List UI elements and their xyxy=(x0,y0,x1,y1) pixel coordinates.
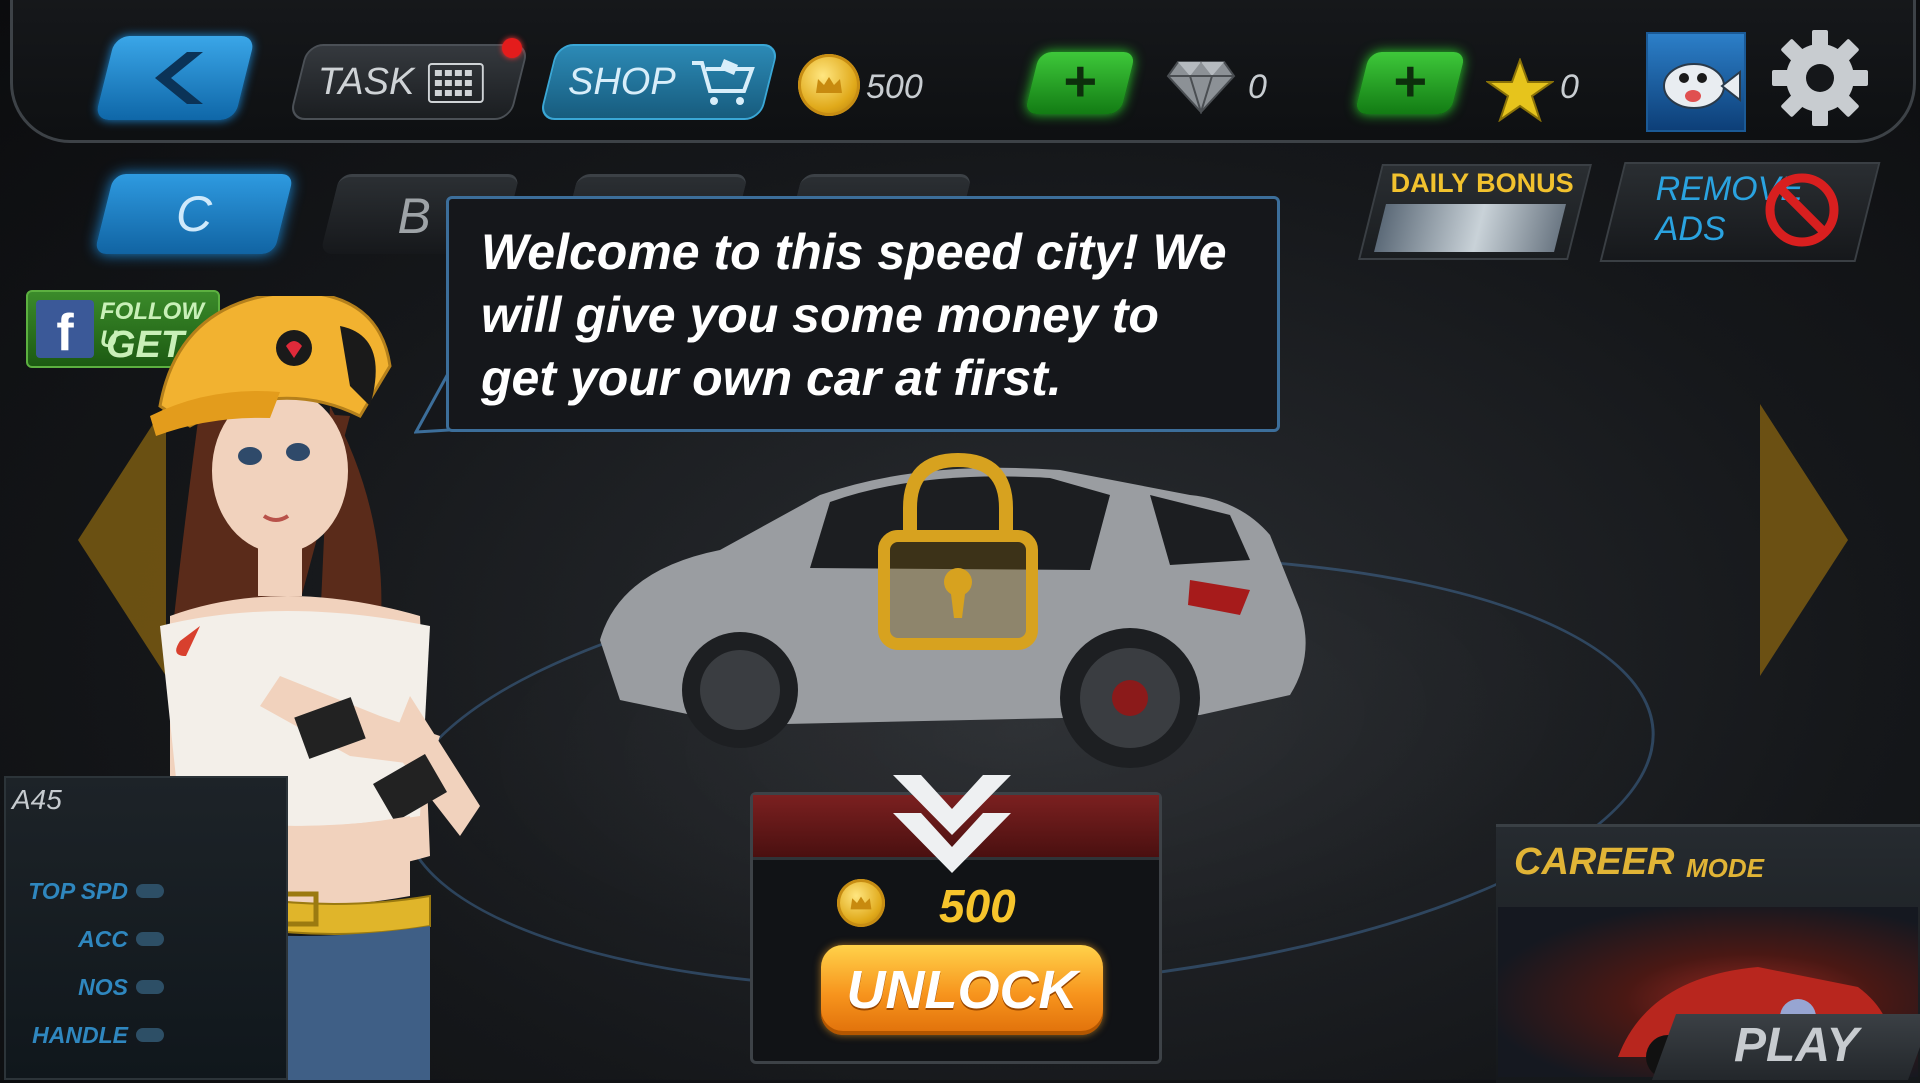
career-title: CAREER xyxy=(1514,841,1675,883)
unlock-button[interactable]: UNLOCK xyxy=(821,945,1103,1035)
star-balance: 0 xyxy=(1560,68,1579,106)
daily-bonus-label: DAILY BONUS xyxy=(1390,168,1574,198)
stat-label-handling: HANDLE xyxy=(32,1022,128,1048)
fish-avatar-icon xyxy=(1663,63,1741,109)
stat-bar-nos xyxy=(136,980,164,994)
stat-bar-handling xyxy=(136,1028,164,1042)
diamond-icon xyxy=(1166,61,1236,114)
task-notification-dot xyxy=(502,38,522,58)
task-button[interactable]: TASK xyxy=(288,44,530,120)
shop-button[interactable]: SHOP xyxy=(538,44,780,120)
star-icon xyxy=(1486,58,1554,122)
ads-label: ADS xyxy=(1655,210,1726,248)
speech-bubble: Welcome to this speed city! We will give… xyxy=(446,196,1280,432)
stat-label-top-speed: TOP SPD xyxy=(28,878,128,904)
add-gems-button[interactable]: + xyxy=(1024,49,1136,114)
speech-text: Welcome to this speed city! We will give… xyxy=(481,224,1227,406)
coin-icon xyxy=(798,54,860,116)
unlock-button-label: UNLOCK xyxy=(846,960,1078,1020)
daily-bonus-cars-image xyxy=(1374,204,1566,252)
back-button[interactable] xyxy=(94,36,256,120)
shop-label: SHOP xyxy=(568,60,676,103)
unlock-panel: 500 UNLOCK xyxy=(750,775,1162,1064)
car-stats-panel: A45 TOP SPD ACC NOS HANDLE xyxy=(4,776,288,1080)
daily-bonus-button[interactable]: DAILY BONUS xyxy=(1358,164,1592,260)
next-car-arrow[interactable] xyxy=(1752,404,1852,676)
coin-balance: 500 xyxy=(866,68,923,106)
gem-balance: 0 xyxy=(1248,68,1267,106)
gear-icon[interactable] xyxy=(1768,26,1872,130)
chevron-down-icon xyxy=(893,775,1011,873)
tab-label: C xyxy=(175,186,213,242)
stat-label-nos: NOS xyxy=(78,974,128,1000)
tab-class-c[interactable]: C xyxy=(94,174,294,254)
car-name: A45 xyxy=(12,784,62,815)
unlock-price: 500 xyxy=(939,880,1016,932)
back-arrow-icon xyxy=(155,52,203,104)
plus-icon: + xyxy=(1393,49,1428,115)
career-mode-word: MODE xyxy=(1686,853,1764,883)
play-button-label: PLAY xyxy=(1734,1019,1859,1072)
task-label: TASK xyxy=(318,60,415,103)
lock-icon xyxy=(878,452,1038,650)
stat-label-acceleration: ACC xyxy=(78,926,128,952)
add-stars-button[interactable]: + xyxy=(1354,49,1466,114)
coin-icon xyxy=(837,879,885,927)
task-grid-icon xyxy=(428,62,485,102)
plus-icon: + xyxy=(1063,49,1098,115)
shop-cart-icon xyxy=(691,59,755,105)
player-avatar[interactable] xyxy=(1646,32,1746,132)
no-sign-icon xyxy=(1765,173,1839,247)
facebook-icon: f xyxy=(36,300,94,362)
stat-bar-acceleration xyxy=(136,932,164,946)
tab-label: B xyxy=(397,187,431,244)
stat-bar-top-speed xyxy=(136,884,164,898)
top-bar xyxy=(10,0,1916,143)
